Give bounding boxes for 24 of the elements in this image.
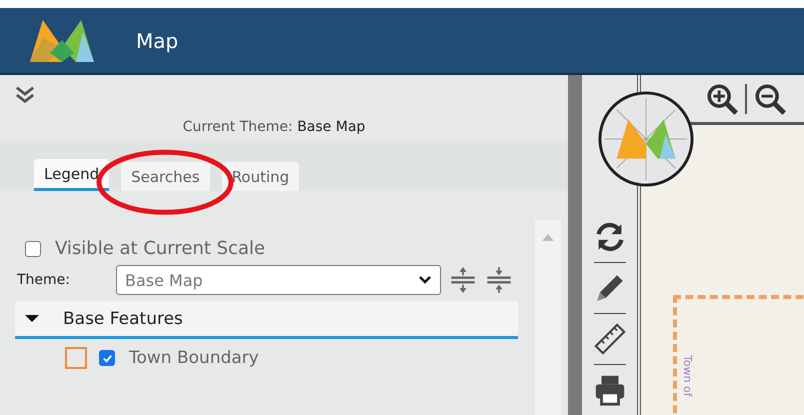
layer-checkbox[interactable] [99,350,115,366]
logo-icon [30,18,94,62]
visible-checkbox[interactable] [25,240,41,256]
caret-icon [418,275,432,285]
tab[interactable]: Routing [222,162,300,191]
theme-dropdown[interactable]: Base Map [116,265,441,295]
map-label: Town of [681,355,694,397]
page-title: Map [136,28,178,52]
collapse-chevron-icon[interactable] [14,85,36,105]
tab[interactable]: Searches [121,162,210,191]
layer-name: Town Boundary [129,348,259,368]
theme-label: Theme: [17,272,72,288]
expand-all-icon[interactable] [449,266,477,294]
tab[interactable]: Legend [34,159,110,191]
group-header[interactable]: Base Features [15,301,518,339]
ruler-icon[interactable] [592,322,626,356]
current-theme-text: Current Theme: Base Map [182,119,366,135]
collapse-all-icon[interactable] [485,266,513,294]
checkmark-icon [102,352,112,364]
zoom-in-icon[interactable] [705,82,739,116]
zoom-out-icon[interactable] [753,82,787,116]
compass-pan-control[interactable] [597,90,695,188]
map-canvas[interactable]: Town of [641,122,804,415]
visible-label: Visible at Current Scale [55,238,266,259]
